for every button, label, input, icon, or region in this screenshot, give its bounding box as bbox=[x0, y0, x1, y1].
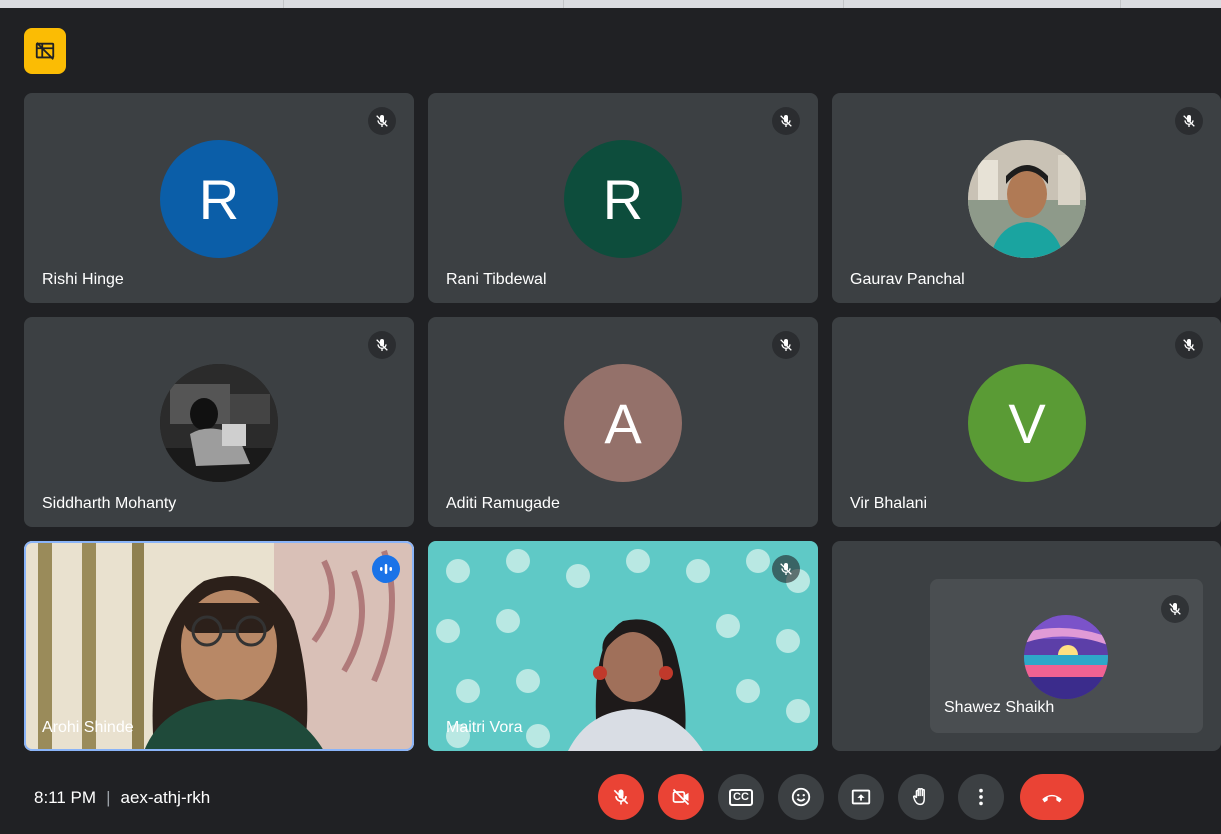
mic-off-icon bbox=[368, 107, 396, 135]
raise-hand-icon bbox=[912, 788, 925, 806]
participant-tile[interactable]: Shawez Shaikh bbox=[930, 579, 1203, 733]
participant-tile[interactable]: A Aditi Ramugade bbox=[428, 317, 818, 527]
browser-top-strip bbox=[0, 0, 1221, 8]
participant-tile[interactable]: Gaurav Panchal bbox=[832, 93, 1221, 303]
emoji-icon bbox=[791, 787, 811, 807]
participant-name: Siddharth Mohanty bbox=[42, 495, 177, 512]
self-view-tile-container: Shawez Shaikh bbox=[832, 541, 1221, 751]
pinned-tile-toggle-button[interactable] bbox=[24, 28, 66, 74]
participant-name: Gaurav Panchal bbox=[850, 271, 965, 288]
participant-name: Vir Bhalani bbox=[850, 495, 928, 512]
avatar: R bbox=[160, 140, 278, 258]
profile-photo bbox=[968, 140, 1086, 258]
leave-call-button[interactable] bbox=[1020, 774, 1084, 820]
profile-photo bbox=[160, 364, 278, 482]
participant-video-tile[interactable]: Maitri Vora bbox=[428, 541, 818, 751]
more-options-button[interactable] bbox=[958, 774, 1004, 820]
participant-name: Rani Tibdewal bbox=[446, 271, 547, 288]
participant-video-tile-active-speaker[interactable]: Arohi Shinde bbox=[24, 541, 414, 751]
mic-off-icon bbox=[772, 331, 800, 359]
mic-off-icon bbox=[613, 789, 629, 805]
speaking-indicator-icon bbox=[372, 555, 400, 583]
raise-hand-button[interactable] bbox=[898, 774, 944, 820]
microphone-toggle-button[interactable] bbox=[598, 774, 644, 820]
participant-tile[interactable]: V Vir Bhalani bbox=[832, 317, 1221, 527]
captions-icon: CC bbox=[729, 788, 753, 806]
end-call-icon bbox=[1042, 794, 1062, 803]
present-now-button[interactable] bbox=[838, 774, 884, 820]
participant-tile[interactable]: R Rishi Hinge bbox=[24, 93, 414, 303]
mic-off-icon bbox=[772, 107, 800, 135]
more-options-icon bbox=[979, 788, 983, 806]
profile-photo bbox=[1024, 615, 1108, 699]
mic-off-icon bbox=[1161, 595, 1189, 623]
reactions-button[interactable] bbox=[778, 774, 824, 820]
avatar: V bbox=[968, 364, 1086, 482]
camera-toggle-button[interactable] bbox=[658, 774, 704, 820]
captions-button[interactable]: CC bbox=[718, 774, 764, 820]
pin-off-icon bbox=[35, 42, 55, 60]
participant-tile[interactable]: R Rani Tibdewal bbox=[428, 93, 818, 303]
camera-off-icon bbox=[672, 788, 690, 806]
participant-name: Aditi Ramugade bbox=[446, 495, 560, 512]
meeting-code: aex-athj-rkh bbox=[120, 788, 211, 807]
mic-off-icon bbox=[772, 555, 800, 583]
participant-tile[interactable]: Siddharth Mohanty bbox=[24, 317, 414, 527]
participant-name: Maitri Vora bbox=[446, 719, 523, 736]
participant-name: Shawez Shaikh bbox=[944, 699, 1055, 716]
control-bar: 8:11 PM | aex-athj-rkh CC bbox=[0, 766, 1221, 834]
mic-off-icon bbox=[1175, 331, 1203, 359]
meeting-info: 8:11 PM | aex-athj-rkh bbox=[34, 788, 210, 808]
avatar: R bbox=[564, 140, 682, 258]
avatar: A bbox=[564, 364, 682, 482]
participant-name: Rishi Hinge bbox=[42, 271, 124, 288]
present-icon bbox=[851, 789, 871, 805]
mic-off-icon bbox=[368, 331, 396, 359]
meeting-time: 8:11 PM bbox=[34, 788, 97, 807]
meeting-info-separator: | bbox=[106, 788, 111, 807]
mic-off-icon bbox=[1175, 107, 1203, 135]
participant-name: Arohi Shinde bbox=[42, 719, 134, 736]
